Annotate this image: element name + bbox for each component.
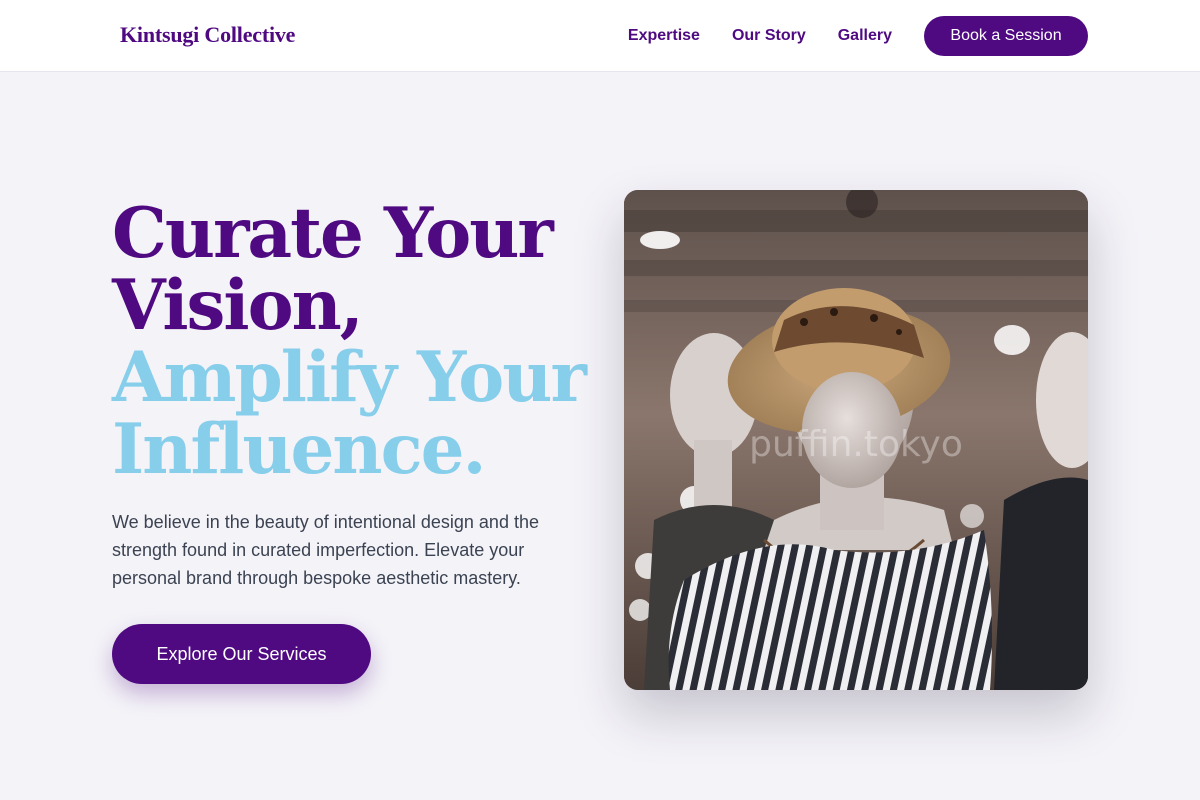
explore-services-button[interactable]: Explore Our Services	[112, 624, 371, 684]
main-nav: Expertise Our Story Gallery Book a Sessi…	[628, 0, 1088, 72]
nav-link-our-story[interactable]: Our Story	[732, 27, 806, 45]
brand-logo[interactable]: Kintsugi Collective	[120, 22, 295, 48]
hero-title-line-2: Vision,	[112, 265, 364, 346]
hero-title: Curate Your Vision, Amplify Your Influen…	[112, 198, 592, 486]
hero-title-line-1: Curate Your	[112, 193, 554, 274]
nav-link-gallery[interactable]: Gallery	[838, 27, 892, 45]
hero-image-mannequin: puffin.tokyo	[624, 190, 1088, 690]
hero-title-line-3: Amplify Your	[112, 337, 587, 418]
site-header: Kintsugi Collective Expertise Our Story …	[0, 0, 1200, 72]
hero-title-line-4: Influence.	[112, 409, 487, 490]
image-watermark: puffin.tokyo	[749, 424, 963, 465]
nav-link-expertise[interactable]: Expertise	[628, 27, 700, 45]
hero-description: We believe in the beauty of intentional …	[112, 512, 539, 588]
book-session-button[interactable]: Book a Session	[924, 16, 1088, 56]
